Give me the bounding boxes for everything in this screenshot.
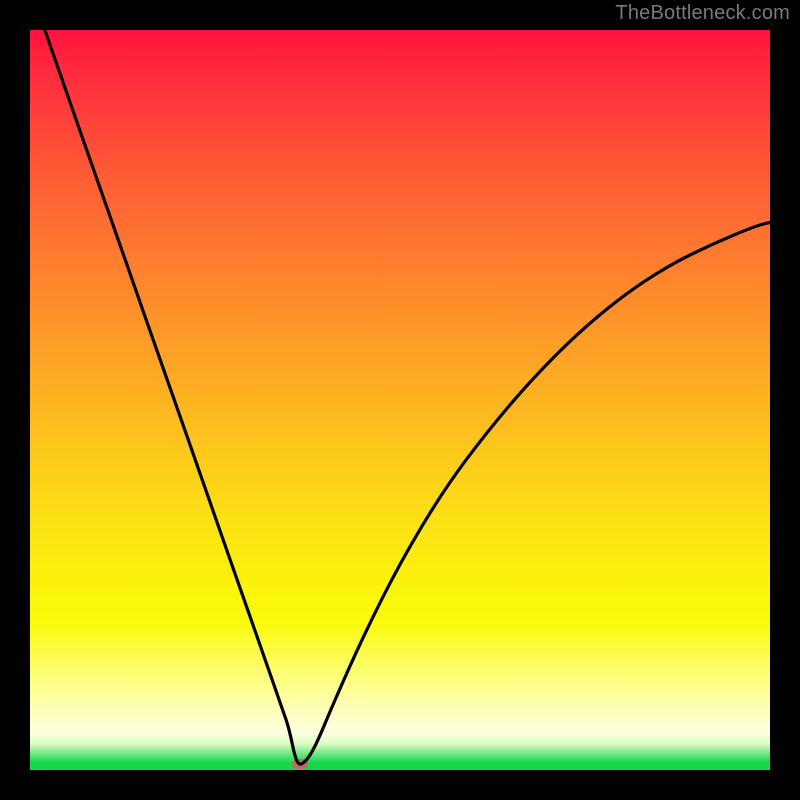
bottleneck-curve: [30, 30, 770, 770]
watermark-text: TheBottleneck.com: [615, 2, 790, 25]
plot-area: [30, 30, 770, 770]
chart-frame: TheBottleneck.com: [0, 0, 800, 800]
